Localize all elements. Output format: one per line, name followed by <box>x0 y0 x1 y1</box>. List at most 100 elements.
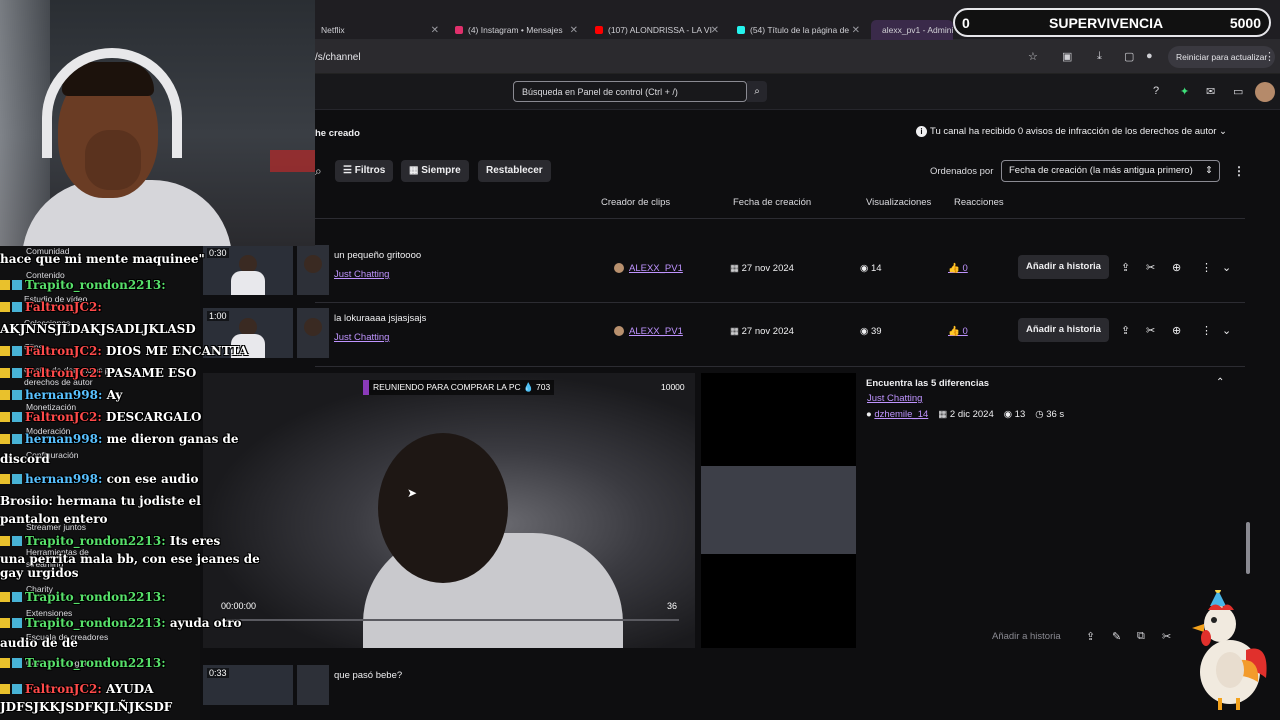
spark-icon[interactable]: ✦ <box>1180 85 1189 98</box>
mail-icon[interactable]: ✉ <box>1206 85 1215 98</box>
tab-youtube[interactable]: (107) ALONDRISSA - LA VI ✕ <box>589 20 723 40</box>
chevron-up-icon[interactable]: ⌃ <box>1216 377 1224 388</box>
chat-username: Trapito_rondon2213: <box>25 616 166 630</box>
tab-tiktok[interactable]: (54) Título de la página de ✕ <box>731 20 864 40</box>
date-value: 27 nov 2024 <box>741 326 794 337</box>
close-icon[interactable]: ✕ <box>711 25 719 36</box>
search-icon[interactable]: ⌕ <box>315 164 322 179</box>
chat-username: FaltronJC2: <box>25 300 102 314</box>
expanded-clip-creator[interactable]: ● dzhemile_14 <box>866 409 928 420</box>
chat-message: FaltronJC2: <box>0 300 102 314</box>
col-date[interactable]: Fecha de creación <box>733 197 811 208</box>
search-icon[interactable]: ⌕ <box>747 81 767 102</box>
chat-username: hernan998: <box>25 472 103 486</box>
crown-badge-icon <box>0 412 10 422</box>
chat-message: hace que mi mente maquinee" <box>0 252 205 266</box>
divider <box>315 218 1245 219</box>
pencil-icon[interactable]: ✎ <box>1112 630 1121 643</box>
table-row[interactable]: 0:33 que pasó bebe? <box>200 662 1245 720</box>
share-icon[interactable]: ⇪ <box>1086 630 1095 643</box>
clip-title[interactable]: que pasó bebe? <box>334 670 402 681</box>
plus-icon[interactable]: ⊕ <box>1172 261 1181 274</box>
table-row[interactable]: 0:30 un pequeño gritoooo Just Chatting A… <box>200 242 1245 300</box>
avatar[interactable] <box>1255 82 1275 102</box>
calendar-icon: ▦ <box>730 326 742 337</box>
clip-category[interactable]: Just Chatting <box>334 332 389 343</box>
clip-reactions[interactable]: 👍 0 <box>948 263 968 274</box>
chat-bubble-icon[interactable]: ▭ <box>1233 85 1243 98</box>
order-select[interactable]: Fecha de creación (la más antigua primer… <box>1001 160 1220 182</box>
screenshot-icon[interactable]: ▢ <box>1124 50 1134 63</box>
subscriber-badge-icon <box>12 658 22 668</box>
download-icon[interactable]: ⤓ <box>1097 50 1102 63</box>
chat-text: audio de de <box>0 636 78 650</box>
always-button[interactable]: ▦ Siempre <box>401 160 469 182</box>
chevron-down-icon[interactable]: ⌄ <box>1222 261 1231 274</box>
survival-right-value: 5000 <box>1229 15 1261 31</box>
col-views[interactable]: Visualizaciones <box>866 197 931 208</box>
tab-label: (4) Instagram • Mensajes <box>468 25 563 35</box>
help-icon[interactable]: ? <box>1153 85 1159 97</box>
col-creator[interactable]: Creador de clips <box>601 197 670 208</box>
table-row[interactable]: 1:00 la lokuraaaa jsjasjsajs Just Chatti… <box>200 305 1245 363</box>
close-icon[interactable]: ✕ <box>852 25 860 36</box>
profile-icon[interactable]: ● <box>1146 50 1153 62</box>
url-field[interactable]: /s/channel <box>315 52 361 63</box>
clip-vertical-preview[interactable] <box>701 373 856 648</box>
scissors-icon[interactable]: ✂ <box>1146 261 1155 274</box>
external-icon[interactable]: ⧉ <box>1137 630 1145 643</box>
add-story-button[interactable]: Añadir a historia <box>1018 318 1109 342</box>
clip-creator[interactable]: ALEXX_PV1 <box>614 326 683 337</box>
clip-views: ◉ 39 <box>860 326 882 337</box>
clip-creator[interactable]: ALEXX_PV1 <box>614 263 683 274</box>
reset-button[interactable]: Restablecer <box>478 160 551 182</box>
chat-text: discord <box>0 452 50 466</box>
scissors-icon[interactable]: ✂ <box>1162 630 1171 643</box>
subscriber-badge-icon <box>12 618 22 628</box>
clip-reactions[interactable]: 👍 0 <box>948 326 968 337</box>
subscriber-badge-icon <box>12 536 22 546</box>
kebab-icon[interactable]: ⋮ <box>1233 164 1245 178</box>
expanded-clip-title[interactable]: Encuentra las 5 diferencias <box>866 378 989 389</box>
share-icon[interactable]: ⇪ <box>1121 324 1130 337</box>
chat-text: Ay <box>106 388 123 402</box>
filters-button[interactable]: ☰ Filtros <box>335 160 394 182</box>
date-value: 2 dic 2024 <box>949 409 994 420</box>
tab-instagram[interactable]: (4) Instagram • Mensajes ✕ <box>449 20 582 40</box>
survival-title: SUPERVIVENCIA <box>1049 15 1164 31</box>
share-icon[interactable]: ⇪ <box>1121 261 1130 274</box>
search-input[interactable]: Búsqueda en Panel de control (Ctrl + /) <box>513 81 747 102</box>
chevron-down-icon[interactable]: ⌄ <box>1222 324 1231 337</box>
subscriber-badge-icon <box>12 474 22 484</box>
clip-title[interactable]: la lokuraaaa jsjasjsajs <box>334 313 426 324</box>
streamer-webcam <box>0 0 315 246</box>
chat-text: ayuda otro <box>169 616 242 630</box>
restart-button[interactable]: Reiniciar para actualizar <box>1168 46 1276 68</box>
calendar-icon: ▦ <box>730 263 742 274</box>
expanded-clip-category[interactable]: Just Chatting <box>867 393 922 404</box>
always-label: Siempre <box>421 165 461 176</box>
kebab-icon[interactable]: ⋮ <box>1201 324 1212 337</box>
close-icon[interactable]: ✕ <box>570 25 578 36</box>
add-story-button[interactable]: Añadir a historia <box>1018 255 1109 279</box>
clip-category[interactable]: Just Chatting <box>334 269 389 280</box>
scissors-icon[interactable]: ✂ <box>1146 324 1155 337</box>
col-reactions[interactable]: Reacciones <box>954 197 1004 208</box>
close-icon[interactable]: ✕ <box>431 25 439 36</box>
scrollbar[interactable] <box>1246 522 1250 574</box>
clip-title[interactable]: un pequeño gritoooo <box>334 250 421 261</box>
subscriber-badge-icon <box>12 390 22 400</box>
kebab-icon[interactable]: ⋮ <box>1201 261 1212 274</box>
chat-text: pantalon entero <box>0 512 108 526</box>
divider <box>315 366 1245 367</box>
extensions-icon[interactable]: ▣ <box>1062 50 1072 63</box>
star-icon[interactable]: ☆ <box>1028 50 1038 63</box>
tab-twitch-dashboard[interactable]: alexx_pv1 - Administrador <box>871 20 953 40</box>
tab-netflix[interactable]: Netflix ✕ <box>315 20 443 40</box>
volume-value: 36 <box>667 601 678 611</box>
kebab-icon[interactable]: ⋮ <box>1264 50 1275 63</box>
copyright-notice[interactable]: i Tu canal ha recibido 0 avisos de infrac… <box>916 126 1227 137</box>
chat-text: Its eres <box>169 534 221 548</box>
plus-icon[interactable]: ⊕ <box>1172 324 1181 337</box>
add-story-button[interactable]: Añadir a historia <box>984 626 1069 648</box>
